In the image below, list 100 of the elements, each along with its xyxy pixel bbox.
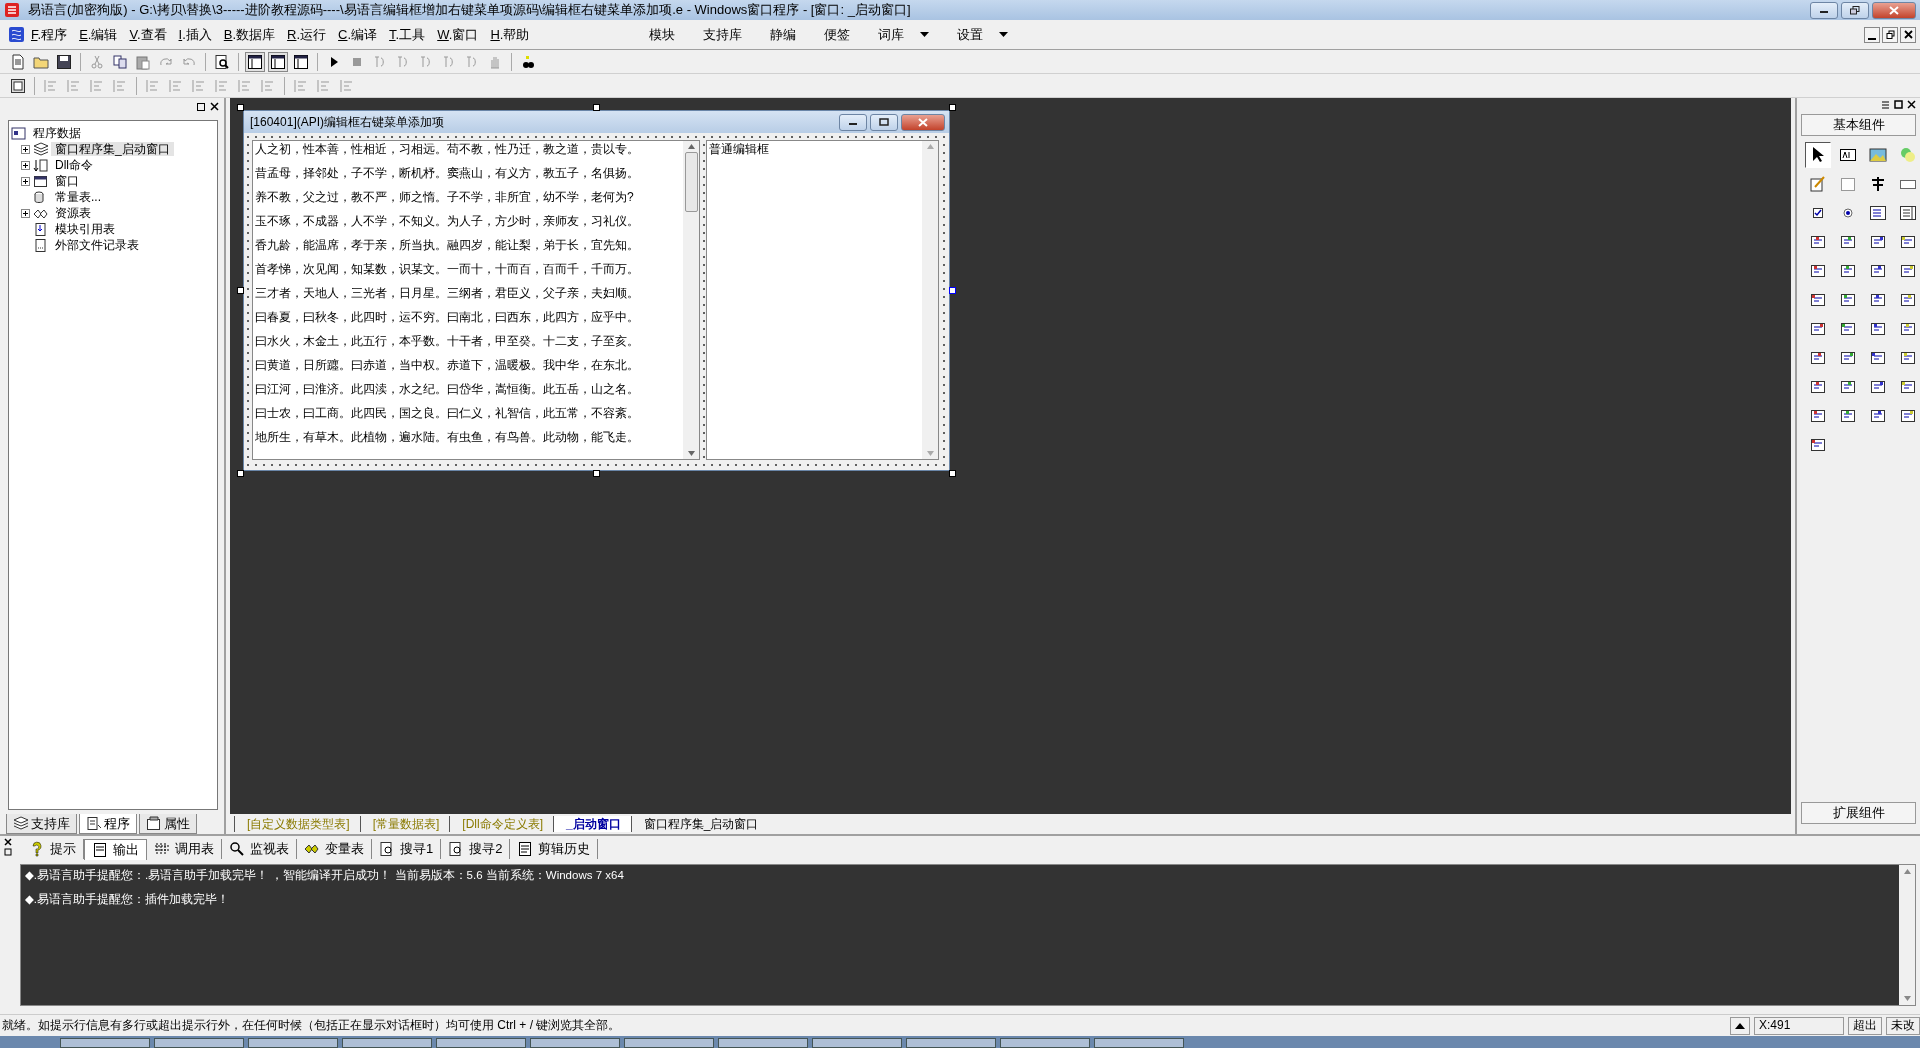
resize-handle[interactable] — [949, 470, 956, 477]
expand-toggle[interactable] — [21, 160, 30, 170]
tree-item[interactable]: 模块引用表 — [51, 221, 119, 237]
maximize-button[interactable] — [870, 113, 898, 131]
toolbox-category-button[interactable]: 基本组件 — [1801, 114, 1916, 136]
resize-handle[interactable] — [949, 104, 956, 111]
panel-tab[interactable]: 支持库 — [6, 814, 77, 834]
scroll-thumb[interactable] — [684, 152, 698, 212]
tree-item[interactable]: Dll命令 — [51, 157, 97, 173]
text-box[interactable]: 普通编辑框 — [706, 140, 939, 460]
mdi-close-button[interactable] — [1900, 26, 1916, 43]
expand-toggle[interactable] — [21, 176, 30, 186]
tree-item[interactable]: 程序数据 — [29, 125, 85, 141]
scroll-up-button[interactable] — [1730, 1016, 1750, 1035]
taskbar-button[interactable] — [436, 1038, 526, 1048]
list-icon[interactable] — [1869, 203, 1887, 222]
restore-button[interactable] — [1841, 1, 1869, 19]
new-file-icon[interactable] — [10, 53, 26, 70]
scrollbar[interactable] — [1899, 865, 1915, 1005]
scrollbar[interactable] — [683, 141, 699, 459]
binoculars-icon[interactable] — [520, 53, 536, 70]
close-icon[interactable] — [1907, 100, 1916, 110]
document-tab[interactable]: 窗口程序集_启动窗口 — [630, 815, 769, 833]
resize-handle[interactable] — [237, 470, 244, 477]
menu-item[interactable]: W.窗口 — [431, 26, 485, 43]
text-box[interactable] — [252, 140, 700, 460]
taskbar-button[interactable] — [812, 1038, 902, 1048]
resize-handle[interactable] — [949, 287, 956, 294]
menu-item[interactable]: 模块 — [635, 26, 690, 43]
panel-tab[interactable]: 搜寻2 — [441, 839, 511, 859]
layout-icon[interactable] — [247, 53, 263, 70]
list-icon[interactable] — [1899, 203, 1917, 222]
tree-item[interactable]: 外部文件记录表 — [51, 237, 143, 253]
layout-icon[interactable] — [293, 53, 309, 70]
panel-tab[interactable]: 变量表 — [297, 839, 372, 859]
menu-item[interactable]: 便签 — [810, 26, 865, 43]
mdi-restore-button[interactable] — [1882, 26, 1898, 43]
resize-handle[interactable] — [593, 470, 600, 477]
panel-tab[interactable]: 搜寻1 — [372, 839, 442, 859]
panel-tab[interactable]: 输出 — [84, 838, 147, 860]
taskbar-button[interactable] — [1000, 1038, 1090, 1048]
menu-item[interactable]: 支持库 — [689, 26, 757, 43]
taskbar-button[interactable] — [342, 1038, 432, 1048]
pin-icon[interactable] — [196, 102, 206, 112]
save-icon[interactable] — [56, 53, 72, 70]
menu-item[interactable]: I.插入 — [172, 26, 218, 43]
layout-icon[interactable] — [270, 53, 286, 70]
menu-item[interactable]: E.编辑 — [73, 26, 124, 43]
menu-item[interactable]: V.查看 — [123, 26, 173, 43]
paste-icon[interactable] — [135, 53, 151, 70]
menu-item[interactable]: R.运行 — [281, 26, 333, 43]
taskbar-button[interactable] — [906, 1038, 996, 1048]
find-icon[interactable] — [214, 53, 230, 70]
menu-item[interactable]: B.数据库 — [217, 26, 282, 43]
menu-item[interactable]: H.帮助 — [484, 26, 536, 43]
taskbar-button[interactable] — [60, 1038, 150, 1048]
close-button[interactable] — [1872, 1, 1916, 19]
taskbar-button[interactable] — [154, 1038, 244, 1048]
character-icon[interactable] — [1869, 174, 1887, 193]
expand-toggle[interactable] — [21, 144, 30, 154]
taskbar-button[interactable] — [718, 1038, 808, 1048]
resize-handle[interactable] — [237, 287, 244, 294]
panel-tab[interactable]: 剪辑历史 — [510, 839, 599, 859]
panel-tab[interactable]: 程序 — [79, 814, 137, 834]
tree-item[interactable]: 窗口 — [51, 173, 83, 189]
panel-tab[interactable]: 调用表 — [147, 839, 222, 859]
menu-item[interactable]: F.程序 — [25, 26, 74, 43]
minimize-button[interactable] — [839, 113, 867, 131]
tree-item[interactable]: 窗口程序集_启动窗口 — [51, 141, 174, 157]
taskbar-button[interactable] — [1094, 1038, 1184, 1048]
scrollbar[interactable] — [922, 141, 938, 459]
tree-item[interactable]: 常量表... — [51, 189, 105, 205]
expand-toggle[interactable] — [21, 208, 30, 218]
tree-item[interactable]: 资源表 — [51, 205, 95, 221]
taskbar-button[interactable] — [624, 1038, 714, 1048]
pencil-icon[interactable] — [1809, 174, 1827, 193]
restore-icon[interactable] — [4, 848, 12, 856]
toolbox-category-button[interactable]: 扩展组件 — [1801, 802, 1916, 824]
taskbar-button[interactable] — [248, 1038, 338, 1048]
close-button[interactable] — [901, 113, 945, 131]
minimize-button[interactable] — [1810, 1, 1838, 19]
menu-item[interactable]: 静编 — [756, 26, 811, 43]
document-tab[interactable]: [自定义数据类型表] — [234, 815, 360, 833]
resize-handle[interactable] — [237, 104, 244, 111]
menu-icon[interactable] — [1881, 100, 1890, 110]
panel-tab[interactable]: 监视表 — [222, 839, 297, 859]
menu-item[interactable]: C.编译 — [332, 26, 384, 43]
resize-handle[interactable] — [593, 104, 600, 111]
copy-icon[interactable] — [112, 53, 128, 70]
close-icon[interactable] — [4, 838, 12, 846]
mdi-minimize-button[interactable] — [1864, 26, 1880, 43]
menu-item[interactable]: T.工具 — [383, 26, 432, 43]
image-icon[interactable] — [1869, 145, 1887, 164]
menu-item[interactable]: 词库 — [864, 26, 944, 43]
document-tab[interactable]: _启动窗口 — [553, 815, 631, 833]
document-tab[interactable]: [常量数据表] — [359, 815, 450, 833]
maximize-icon[interactable] — [1894, 100, 1903, 110]
panel-tab[interactable]: 属性 — [139, 814, 197, 834]
form-icon[interactable] — [10, 77, 26, 94]
close-icon[interactable] — [210, 102, 220, 112]
